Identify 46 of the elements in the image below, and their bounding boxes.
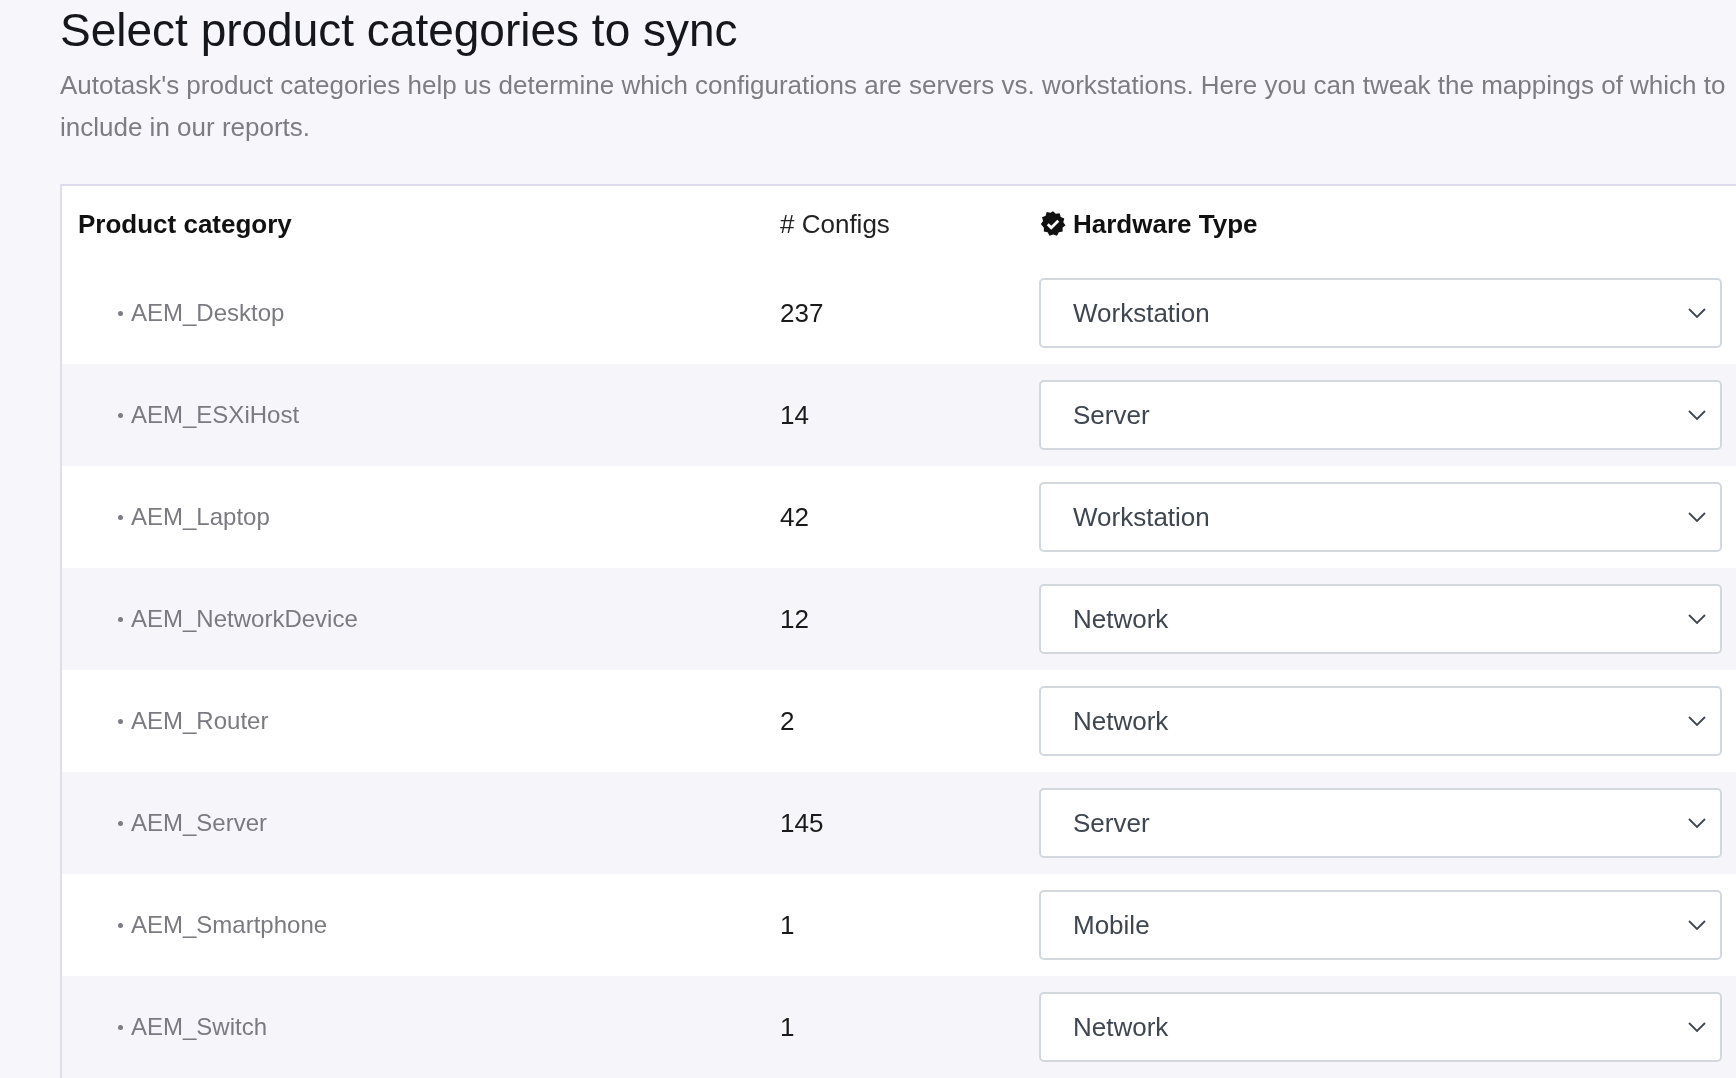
page-description: Autotask's product categories help us determine which configurations are servers vs. workstations. Here you can tweak the mappings of which to include in our reports. — [60, 69, 1727, 144]
config-count: 237 — [780, 296, 825, 330]
category-name: AEM_Laptop — [131, 502, 270, 532]
hardware-type-dropdown[interactable]: Mobile — [1039, 890, 1722, 960]
config-count: 2 — [780, 704, 796, 738]
bullet-icon — [118, 310, 123, 316]
hardware-type-dropdown[interactable]: Workstation — [1039, 482, 1722, 552]
column-header: # Configs — [780, 207, 891, 241]
category-name: AEM_Desktop — [131, 298, 285, 328]
chevron-down-icon — [1688, 614, 1706, 624]
chevron-down-icon — [1688, 1022, 1706, 1032]
page-title: Select product categories to sync — [60, 3, 738, 58]
bullet-icon — [118, 820, 123, 826]
chevron-down-icon — [1688, 512, 1706, 522]
chevron-down-icon — [1688, 818, 1706, 828]
hardware-type-dropdown[interactable]: Server — [1039, 788, 1722, 858]
bullet-icon — [118, 412, 123, 418]
category-name: AEM_Switch — [131, 1012, 268, 1042]
hardware-type-dropdown[interactable]: Network — [1039, 992, 1722, 1062]
category-name: AEM_ESXiHost — [131, 400, 300, 430]
bullet-icon — [118, 1024, 123, 1030]
chevron-down-icon — [1688, 308, 1706, 318]
hardware-type-dropdown[interactable]: Network — [1039, 584, 1722, 654]
config-count: 145 — [780, 806, 825, 840]
config-count: 42 — [780, 500, 810, 534]
verified-badge-icon — [1039, 210, 1067, 238]
category-name: AEM_NetworkDevice — [131, 604, 358, 634]
column-header: Product category — [78, 207, 293, 241]
config-count: 12 — [780, 602, 810, 636]
hardware-type-dropdown[interactable]: Server — [1039, 380, 1722, 450]
column-header: Hardware Type — [1073, 207, 1258, 241]
config-count: 1 — [780, 908, 796, 942]
bullet-icon — [118, 922, 123, 928]
bullet-icon — [118, 616, 123, 622]
category-name: AEM_Smartphone — [131, 910, 328, 940]
config-count: 1 — [780, 1010, 796, 1044]
category-name: AEM_Router — [131, 706, 269, 736]
bullet-icon — [118, 718, 123, 724]
chevron-down-icon — [1688, 716, 1706, 726]
category-name: AEM_Server — [131, 808, 268, 838]
chevron-down-icon — [1688, 410, 1706, 420]
chevron-down-icon — [1688, 920, 1706, 930]
hardware-type-dropdown[interactable]: Network — [1039, 686, 1722, 756]
config-count: 14 — [780, 398, 810, 432]
hardware-type-dropdown[interactable]: Workstation — [1039, 278, 1722, 348]
bullet-icon — [118, 514, 123, 520]
